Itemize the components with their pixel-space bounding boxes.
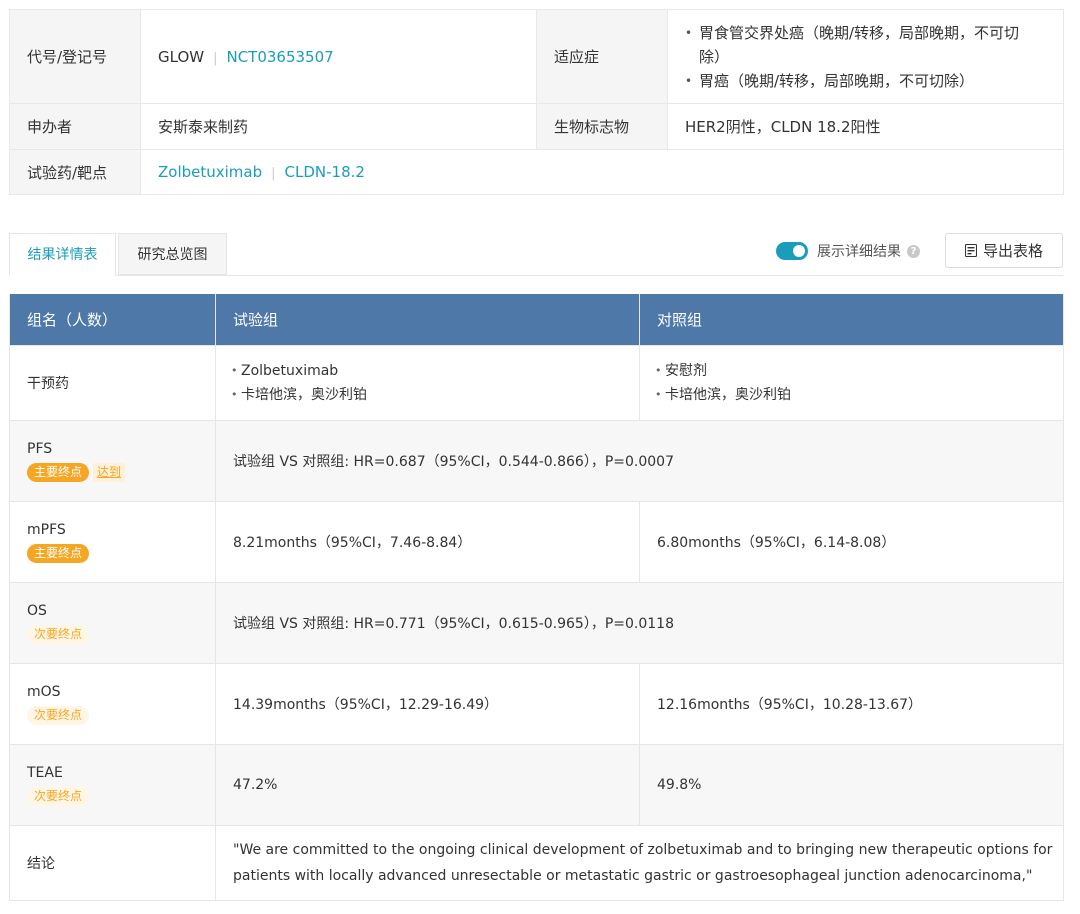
primary-endpoint-badge: 主要终点 xyxy=(27,544,90,563)
endpoint-name: TEAE xyxy=(27,765,63,781)
help-icon[interactable]: ? xyxy=(907,244,920,258)
show-details-label: 展示详细结果 xyxy=(817,244,901,260)
list-item: 卡培他滨，奥沙利铂 xyxy=(655,383,1063,407)
header-control: 对照组 xyxy=(639,294,1064,346)
drug-link[interactable]: Zolbetuximab xyxy=(158,163,262,181)
export-icon xyxy=(964,244,977,257)
teae-name-cell: TEAE 次要终点 xyxy=(9,744,216,826)
list-item: 安慰剂 xyxy=(655,359,1063,383)
endpoint-name: PFS xyxy=(27,441,53,457)
os-value: 试验组 VS 对照组: HR=0.771（95%CI，0.615-0.965），… xyxy=(215,582,1064,664)
sponsor-value: 安斯泰来制药 xyxy=(140,103,537,150)
header-row: 组名（人数） 试验组 对照组 xyxy=(9,294,1064,346)
results-table: 组名（人数） 试验组 对照组 干预药 Zolbetuximab 卡培他滨，奥沙利… xyxy=(9,294,1064,901)
conclusion-label: 结论 xyxy=(9,825,216,901)
table-row-mos: mOS 次要终点 14.39months（95%CI，12.29-16.49） … xyxy=(9,663,1064,745)
teae-exp-value: 47.2% xyxy=(215,744,640,826)
tab-result-details[interactable]: 结果详情表 xyxy=(9,233,116,276)
ctl-intervention-list: 安慰剂 卡培他滨，奥沙利铂 xyxy=(655,359,1063,407)
indication-item: 胃癌（晚期/转移，局部晚期，不可切除） xyxy=(685,69,1035,93)
exp-intervention-cell: Zolbetuximab 卡培他滨，奥沙利铂 xyxy=(215,345,640,421)
endpoint-name: mOS xyxy=(27,684,61,700)
os-name-cell: OS 次要终点 xyxy=(9,582,216,664)
endpoint-name: mPFS xyxy=(27,522,66,538)
pfs-value: 试验组 VS 对照组: HR=0.687（95%CI，0.544-0.866），… xyxy=(215,420,1064,502)
indication-label: 适应症 xyxy=(536,9,668,104)
indication-cell: 胃食管交界处癌（晚期/转移，局部晚期，不可切除） 胃癌（晚期/转移，局部晚期，不… xyxy=(667,9,1064,104)
pfs-name-cell: PFS 主要终点 达到 xyxy=(9,420,216,502)
mos-ctl-value: 12.16months（95%CI，10.28-13.67） xyxy=(639,663,1064,745)
list-item: Zolbetuximab xyxy=(231,359,639,383)
table-row-mpfs: mPFS 主要终点 8.21months（95%CI，7.46-8.84） 6.… xyxy=(9,501,1064,583)
indication-list: 胃食管交界处癌（晚期/转移，局部晚期，不可切除） 胃癌（晚期/转移，局部晚期，不… xyxy=(685,21,1035,93)
indication-item: 胃食管交界处癌（晚期/转移，局部晚期，不可切除） xyxy=(685,21,1035,69)
table-row-os: OS 次要终点 试验组 VS 对照组: HR=0.771（95%CI，0.615… xyxy=(9,582,1064,664)
intervention-label: 干预药 xyxy=(9,345,216,421)
table-row-teae: TEAE 次要终点 47.2% 49.8% xyxy=(9,744,1064,826)
mpfs-exp-value: 8.21months（95%CI，7.46-8.84） xyxy=(215,501,640,583)
mos-name-cell: mOS 次要终点 xyxy=(9,663,216,745)
primary-endpoint-badge: 主要终点 xyxy=(27,463,90,482)
table-row-conclusion: 结论 "We are committed to the ongoing clin… xyxy=(9,825,1064,901)
secondary-endpoint-badge: 次要终点 xyxy=(27,625,90,644)
mpfs-ctl-value: 6.80months（95%CI，6.14-8.08） xyxy=(639,501,1064,583)
endpoint-name: OS xyxy=(27,603,47,619)
code-value-cell: GLOW | NCT03653507 xyxy=(140,9,537,104)
code-label: 代号/登记号 xyxy=(9,9,141,104)
detail-toggle-group: 展示详细结果 ? xyxy=(776,241,920,261)
secondary-endpoint-badge: 次要终点 xyxy=(27,706,90,725)
divider: | xyxy=(213,50,218,66)
biomarker-value: HER2阴性，CLDN 18.2阳性 xyxy=(667,103,1064,150)
exp-intervention-list: Zolbetuximab 卡培他滨，奥沙利铂 xyxy=(231,359,639,407)
registration-id-link[interactable]: NCT03653507 xyxy=(226,48,333,66)
page: 代号/登记号 GLOW | NCT03653507 适应症 胃食管交界处癌（晚期/转… xyxy=(0,0,1080,914)
list-item: 卡培他滨，奥沙利铂 xyxy=(231,383,639,407)
target-link[interactable]: CLDN-18.2 xyxy=(285,163,365,181)
sponsor-label: 申办者 xyxy=(9,103,141,150)
drug-label: 试验药/靶点 xyxy=(9,149,141,195)
mpfs-name-cell: mPFS 主要终点 xyxy=(9,501,216,583)
divider: | xyxy=(271,166,276,181)
show-details-toggle[interactable] xyxy=(776,242,808,260)
tab-study-overview[interactable]: 研究总览图 xyxy=(118,233,227,275)
header-experimental: 试验组 xyxy=(215,294,640,346)
table-row-intervention: 干预药 Zolbetuximab 卡培他滨，奥沙利铂 安慰剂 卡培他滨，奥沙利铂 xyxy=(9,345,1064,421)
biomarker-label: 生物标志物 xyxy=(536,103,668,150)
header-group-name: 组名（人数） xyxy=(9,294,216,346)
drug-cell: Zolbetuximab | CLDN-18.2 xyxy=(140,149,1064,195)
table-row-pfs: PFS 主要终点 达到 试验组 VS 对照组: HR=0.687（95%CI，0.… xyxy=(9,420,1064,502)
teae-ctl-value: 49.8% xyxy=(639,744,1064,826)
mos-exp-value: 14.39months（95%CI，12.29-16.49） xyxy=(215,663,640,745)
secondary-endpoint-badge: 次要终点 xyxy=(27,787,90,806)
export-table-button[interactable]: 导出表格 xyxy=(945,233,1063,268)
export-label: 导出表格 xyxy=(982,242,1043,260)
trial-name: GLOW xyxy=(158,47,205,66)
conclusion-value: "We are committed to the ongoing clinica… xyxy=(215,825,1064,901)
ctl-intervention-cell: 安慰剂 卡培他滨，奥沙利铂 xyxy=(639,345,1064,421)
achieved-badge[interactable]: 达到 xyxy=(93,463,126,482)
trial-info-table: 代号/登记号 GLOW | NCT03653507 适应症 胃食管交界处癌（晚期/转… xyxy=(9,9,1064,195)
